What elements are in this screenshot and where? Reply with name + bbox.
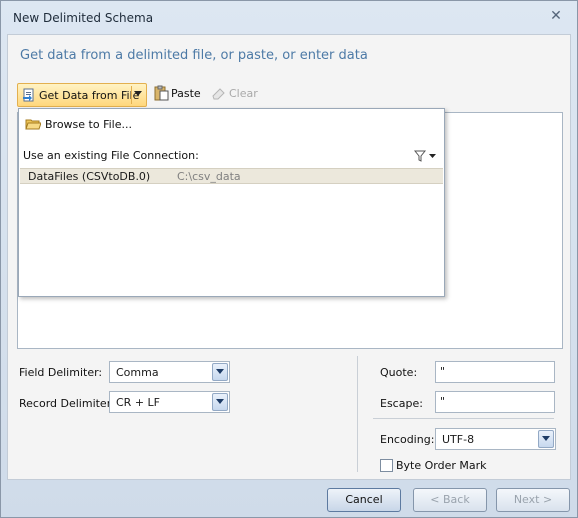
chevron-down-icon[interactable] (212, 393, 228, 411)
field-delimiter-select[interactable]: Comma (109, 361, 230, 383)
quote-label: Quote: (380, 366, 418, 379)
escape-value: " (440, 395, 446, 408)
toolbar: Get Data from File Paste Clear (17, 82, 557, 108)
encoding-value: UTF-8 (442, 433, 475, 446)
field-delimiter-label: Field Delimiter: (19, 366, 103, 379)
chevron-down-icon[interactable] (212, 363, 228, 381)
quote-value: " (440, 365, 446, 378)
dialog-body: Get data from a delimited file, or paste… (7, 34, 571, 480)
browse-to-file-label: Browse to File... (45, 118, 132, 131)
vertical-divider (357, 356, 358, 472)
connection-path: C:\csv_data (177, 170, 241, 183)
chevron-down-icon[interactable] (134, 90, 142, 100)
field-delimiter-value: Comma (116, 366, 159, 379)
get-data-dropdown-menu: Browse to File... Use an existing File C… (18, 108, 445, 297)
filter-icon[interactable] (413, 149, 439, 163)
title-bar: New Delimited Schema ✕ (1, 1, 577, 35)
quote-input[interactable]: " (435, 361, 555, 383)
eraser-icon (211, 85, 227, 101)
connection-name: DataFiles (CSVtoDB.0) (28, 170, 151, 183)
record-delimiter-value: CR + LF (116, 396, 160, 409)
record-delimiter-label: Record Delimiter: (19, 397, 115, 410)
window-title: New Delimited Schema (13, 11, 154, 25)
record-delimiter-select[interactable]: CR + LF (109, 391, 230, 413)
cancel-button[interactable]: Cancel (327, 488, 401, 512)
byte-order-mark-label: Byte Order Mark (396, 459, 487, 472)
folder-icon (25, 117, 42, 131)
horizontal-divider (373, 418, 554, 419)
byte-order-mark-checkbox[interactable] (380, 459, 393, 472)
encoding-select[interactable]: UTF-8 (435, 428, 556, 450)
file-connection-row[interactable]: DataFiles (CSVtoDB.0) C:\csv_data (20, 168, 443, 184)
split-separator (131, 86, 132, 104)
escape-label: Escape: (380, 397, 423, 410)
encoding-label: Encoding: (380, 433, 435, 446)
get-data-from-file-button[interactable]: Get Data from File (17, 83, 147, 107)
existing-connection-label: Use an existing File Connection: (23, 149, 199, 162)
escape-input[interactable]: " (435, 391, 555, 413)
clear-label: Clear (229, 87, 258, 100)
page-heading: Get data from a delimited file, or paste… (20, 48, 368, 63)
close-icon[interactable]: ✕ (549, 9, 563, 23)
back-button[interactable]: < Back (413, 488, 487, 512)
next-button[interactable]: Next > (496, 488, 570, 512)
paste-label: Paste (171, 87, 201, 100)
get-data-from-file-label: Get Data from File (39, 89, 140, 102)
paste-icon (153, 85, 169, 101)
dialog-window: New Delimited Schema ✕ Get data from a d… (0, 0, 578, 518)
open-file-icon (22, 88, 36, 102)
chevron-down-icon[interactable] (538, 430, 554, 448)
